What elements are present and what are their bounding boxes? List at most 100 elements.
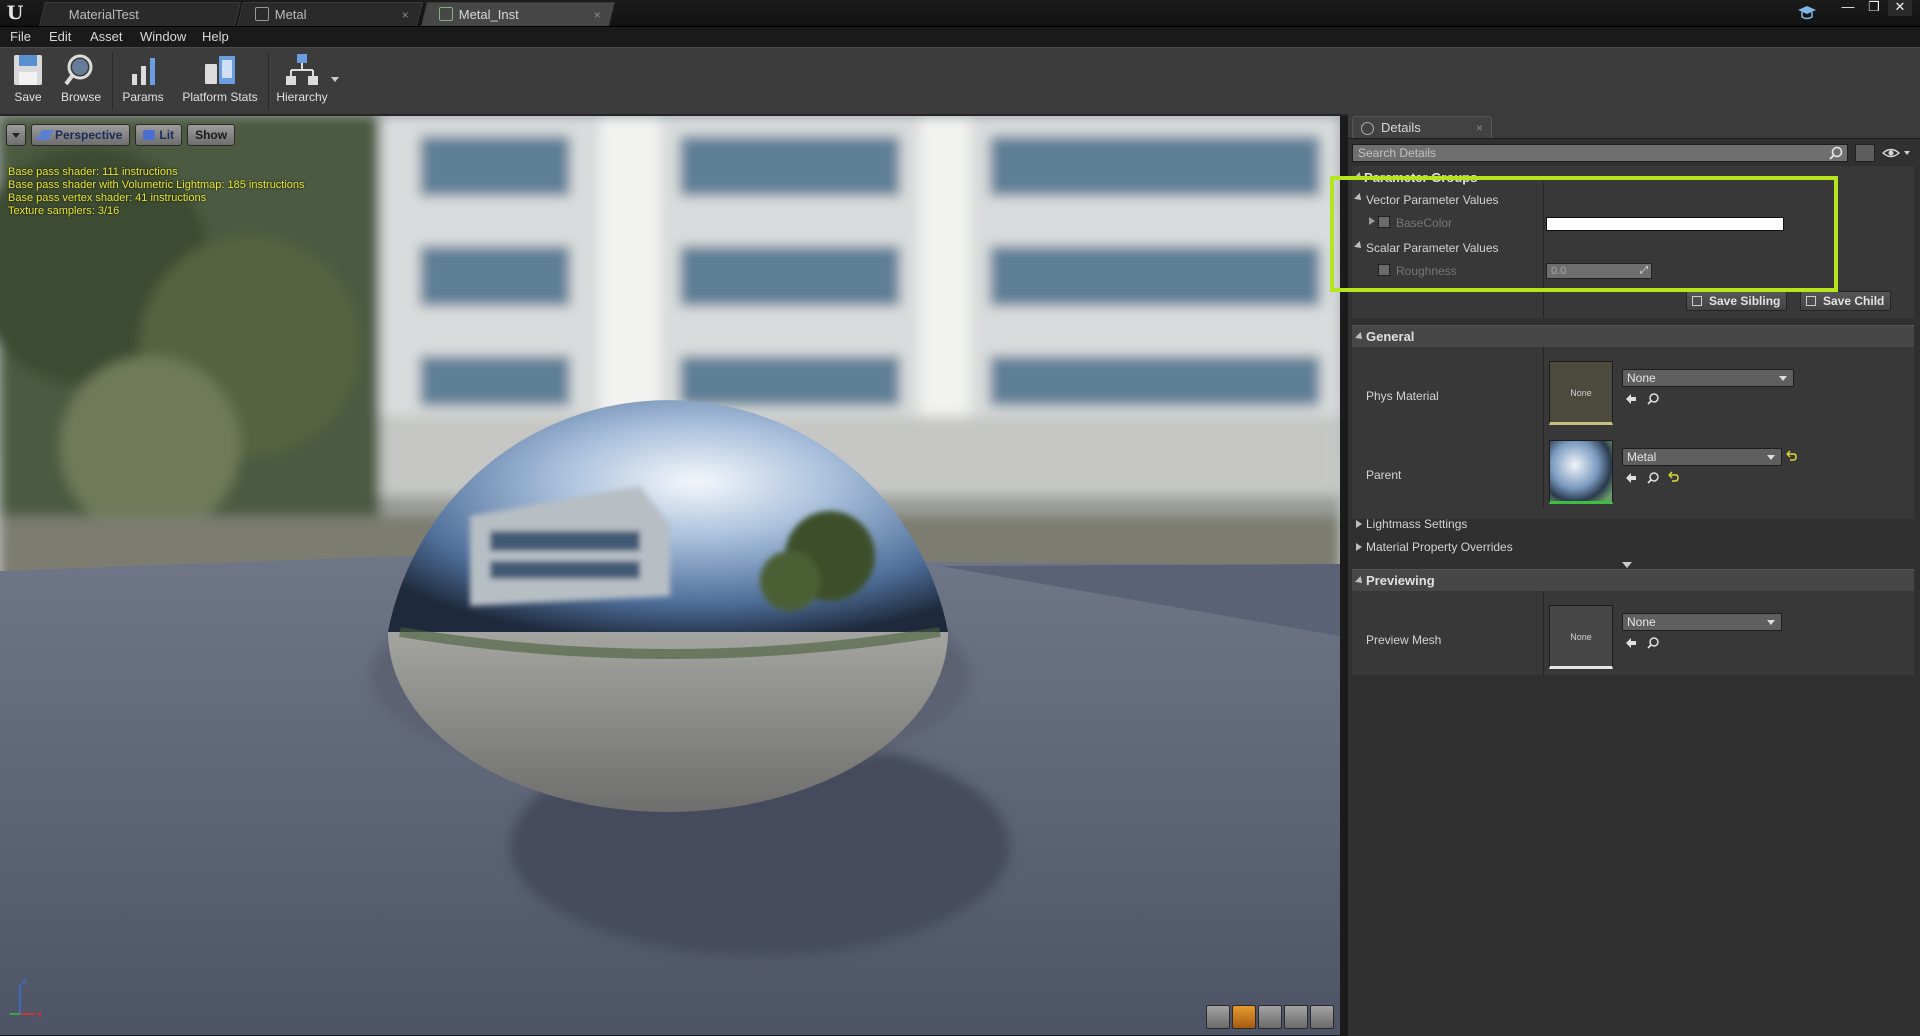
hierarchy-dropdown-arrow-icon[interactable]	[331, 77, 339, 82]
vector-parameter-values-label[interactable]: Vector Parameter Values	[1366, 193, 1499, 207]
close-icon[interactable]: ×	[1476, 117, 1483, 139]
phys-material-value: None	[1627, 371, 1656, 385]
minimize-icon[interactable]: —	[1836, 0, 1860, 16]
lightmass-settings-label[interactable]: Lightmass Settings	[1366, 517, 1467, 531]
details-tab-label: Details	[1381, 120, 1421, 135]
menu-help[interactable]: Help	[202, 29, 229, 44]
details-tab[interactable]: Details ×	[1352, 116, 1492, 138]
roughness-label: Roughness	[1396, 264, 1457, 278]
save-sibling-label: Save Sibling	[1709, 294, 1781, 308]
browse-asset-icon[interactable]	[1646, 471, 1660, 485]
cylinder-icon[interactable]	[1206, 1005, 1230, 1029]
material-property-overrides-label[interactable]: Material Property Overrides	[1366, 540, 1513, 554]
svg-text:x: x	[37, 1010, 43, 1020]
platform-stats-button[interactable]: Platform Stats	[178, 50, 262, 110]
previewing-category-header[interactable]: Previewing	[1352, 569, 1914, 591]
details-icon	[1361, 122, 1374, 135]
view-options-icon[interactable]	[1855, 144, 1875, 162]
phys-material-dropdown[interactable]: None	[1622, 369, 1794, 387]
reset-arrow-icon[interactable]: ⤢	[1640, 264, 1648, 278]
preview-mesh-thumb-text: None	[1570, 632, 1592, 642]
preview-mesh-thumbnail[interactable]: None	[1549, 605, 1613, 669]
menu-window[interactable]: Window	[140, 29, 186, 44]
plane-icon[interactable]	[1258, 1005, 1282, 1029]
sphere-icon[interactable]	[1232, 1005, 1256, 1029]
perspective-label: Perspective	[55, 128, 123, 142]
lit-button[interactable]: Lit	[135, 124, 183, 146]
lit-label: Lit	[159, 128, 175, 142]
viewport-options-button[interactable]	[6, 124, 26, 146]
use-selected-arrow-icon[interactable]	[1624, 392, 1638, 406]
show-label: Show	[195, 128, 228, 142]
expand-arrow-icon[interactable]	[1356, 543, 1362, 551]
tab-label: Metal	[274, 7, 307, 22]
platform-stats-label: Platform Stats	[182, 90, 258, 104]
teapot-icon[interactable]	[1310, 1005, 1334, 1029]
parent-dropdown[interactable]: Metal	[1622, 448, 1782, 466]
preview-viewport[interactable]: Perspective Lit Show Base pass shader: 1…	[0, 116, 1340, 1035]
save-button[interactable]: Save	[8, 50, 48, 110]
tab-metal-inst[interactable]: Metal_Inst ×	[421, 2, 615, 26]
phys-material-thumbnail[interactable]: None	[1549, 361, 1613, 425]
unreal-logo-icon[interactable]: U	[4, 2, 26, 24]
browse-label: Browse	[60, 90, 101, 104]
chevron-down-icon	[1767, 620, 1775, 625]
browse-asset-icon[interactable]	[1646, 636, 1660, 650]
hierarchy-button[interactable]: Hierarchy	[274, 50, 330, 110]
save-child-button[interactable]: Save Child	[1800, 291, 1892, 311]
reset-to-default-icon[interactable]	[1666, 471, 1680, 485]
save-sibling-button[interactable]: Save Sibling	[1686, 291, 1788, 311]
preview-mesh-dropdown[interactable]: None	[1622, 613, 1782, 631]
panel-splitter[interactable]	[1340, 116, 1348, 1035]
roughness-override-checkbox[interactable]	[1378, 264, 1390, 276]
use-selected-arrow-icon[interactable]	[1624, 636, 1638, 650]
scalar-parameter-values-label[interactable]: Scalar Parameter Values	[1366, 241, 1499, 255]
menu-file[interactable]: File	[10, 29, 31, 44]
restore-icon[interactable]: ❐	[1862, 0, 1886, 16]
perspective-icon	[36, 130, 54, 140]
roughness-input[interactable]: 0.0 ⤢	[1546, 263, 1652, 279]
basecolor-swatch[interactable]	[1546, 217, 1784, 231]
search-icon[interactable]	[1829, 146, 1843, 160]
basecolor-override-checkbox[interactable]	[1378, 216, 1390, 228]
lit-icon	[143, 130, 156, 140]
close-window-icon[interactable]: ✕	[1888, 0, 1912, 16]
level-icon	[57, 9, 63, 21]
tab-materialtest[interactable]: MaterialTest	[39, 2, 241, 26]
details-body: Search Details Parameter Groups Vector P…	[1348, 138, 1920, 1036]
browse-button[interactable]: Browse	[58, 50, 104, 110]
menu-edit[interactable]: Edit	[49, 29, 71, 44]
tab-metal[interactable]: Metal ×	[237, 2, 423, 26]
close-icon[interactable]: ×	[402, 3, 409, 27]
chevron-down-icon	[1779, 376, 1787, 381]
advanced-expand-icon[interactable]	[1622, 562, 1632, 568]
roughness-value: 0.0	[1551, 265, 1567, 277]
general-category-header[interactable]: General	[1352, 325, 1914, 347]
menu-bar: File Edit Asset Window Help	[0, 27, 1920, 47]
show-button[interactable]: Show	[187, 124, 236, 146]
close-icon[interactable]: ×	[594, 3, 601, 27]
menu-asset[interactable]: Asset	[90, 29, 123, 44]
shader-stats: Base pass shader: 111 instructions Base …	[8, 166, 305, 218]
eye-icon[interactable]	[1882, 146, 1912, 160]
params-button[interactable]: Params	[118, 50, 168, 110]
viewport-toolbar: Perspective Lit Show	[6, 124, 236, 146]
learn-icon[interactable]	[1796, 4, 1818, 22]
cube-icon[interactable]	[1284, 1005, 1308, 1029]
reset-to-default-icon[interactable]	[1784, 450, 1798, 464]
expand-arrow-icon[interactable]	[1356, 520, 1362, 528]
parameter-groups-header[interactable]: Parameter Groups	[1364, 170, 1477, 185]
expand-arrow-icon[interactable]	[1369, 217, 1375, 225]
use-selected-arrow-icon[interactable]	[1624, 471, 1638, 485]
title-bar: U MaterialTest Metal × Metal_Inst × — ❐ …	[0, 0, 1920, 27]
save-sibling-icon	[1692, 296, 1702, 306]
browse-asset-icon[interactable]	[1646, 392, 1660, 406]
column-divider	[1543, 347, 1544, 507]
search-details-input[interactable]: Search Details	[1352, 144, 1848, 162]
svg-text:z: z	[22, 977, 27, 987]
parent-material-thumbnail[interactable]	[1549, 440, 1613, 504]
collapse-arrow-icon	[1355, 576, 1365, 586]
chevron-down-icon	[12, 133, 20, 139]
perspective-button[interactable]: Perspective	[31, 124, 131, 146]
phys-material-thumb-text: None	[1570, 388, 1592, 398]
